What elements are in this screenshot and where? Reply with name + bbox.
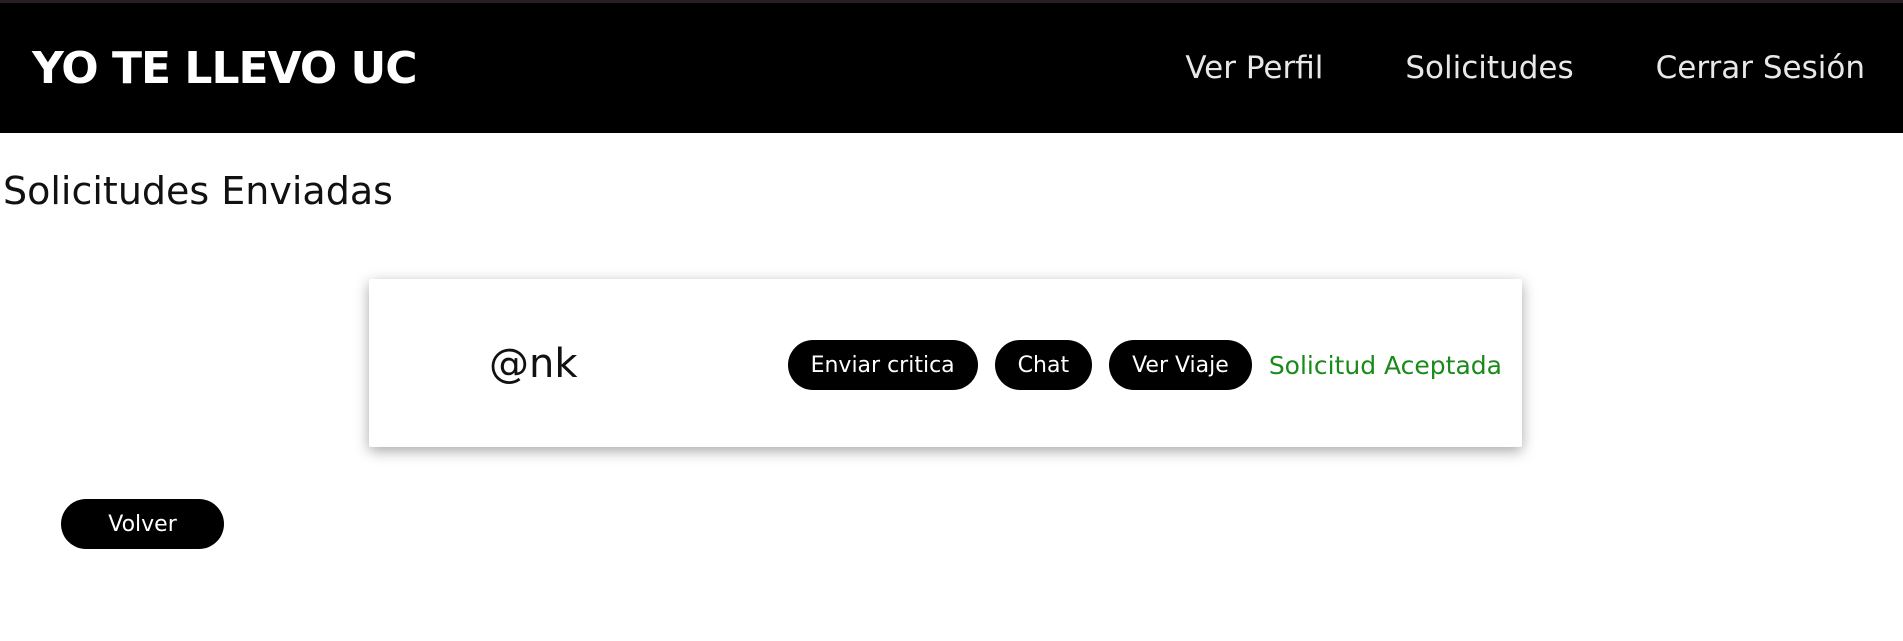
chat-button[interactable]: Chat bbox=[994, 340, 1093, 390]
view-trip-button[interactable]: Ver Viaje bbox=[1109, 340, 1252, 390]
nav-link-ver-perfil[interactable]: Ver Perfil bbox=[1185, 50, 1323, 86]
request-status-label: Solicitud Aceptada bbox=[1268, 350, 1502, 380]
send-review-button[interactable]: Enviar critica bbox=[787, 340, 978, 390]
brand-logo[interactable]: YO TE LLEVO UC bbox=[32, 43, 418, 94]
back-button[interactable]: Volver bbox=[61, 499, 224, 549]
nav-link-cerrar-sesion[interactable]: Cerrar Sesión bbox=[1656, 50, 1865, 86]
navbar: YO TE LLEVO UC Ver Perfil Solicitudes Ce… bbox=[0, 3, 1903, 133]
page-title: Solicitudes Enviadas bbox=[3, 169, 393, 213]
request-card: @nk Enviar critica Chat Ver Viaje Solici… bbox=[369, 279, 1522, 447]
nav-link-solicitudes[interactable]: Solicitudes bbox=[1405, 50, 1573, 86]
request-actions: Enviar critica Chat Ver Viaje Solicitud … bbox=[787, 340, 1502, 390]
nav-links: Ver Perfil Solicitudes Cerrar Sesión bbox=[1103, 50, 1865, 86]
request-username: @nk bbox=[489, 341, 578, 387]
